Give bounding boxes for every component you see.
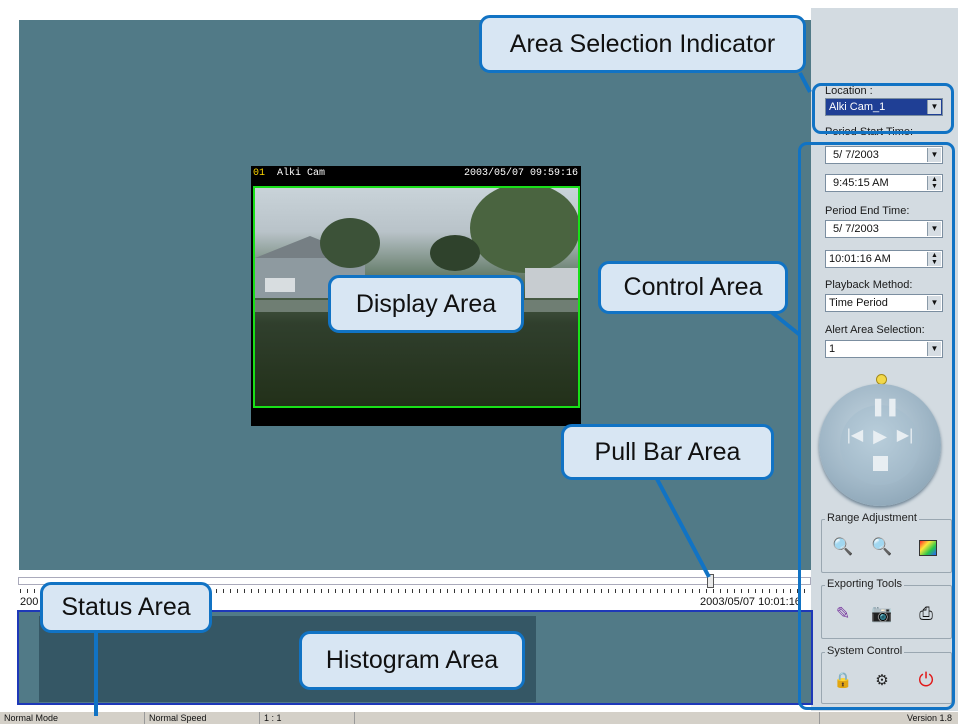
callout-area-selection-indicator: Area Selection Indicator — [479, 15, 806, 73]
pull-bar-pointer — [655, 478, 711, 578]
callout-control-area: Control Area — [598, 261, 788, 314]
callout-histogram-area: Histogram Area — [299, 631, 525, 690]
callout-status-area: Status Area — [40, 582, 212, 633]
callout-pull-bar-area: Pull Bar Area — [561, 424, 774, 480]
area-selection-pointer — [798, 72, 812, 93]
callout-display-area: Display Area — [328, 275, 524, 333]
